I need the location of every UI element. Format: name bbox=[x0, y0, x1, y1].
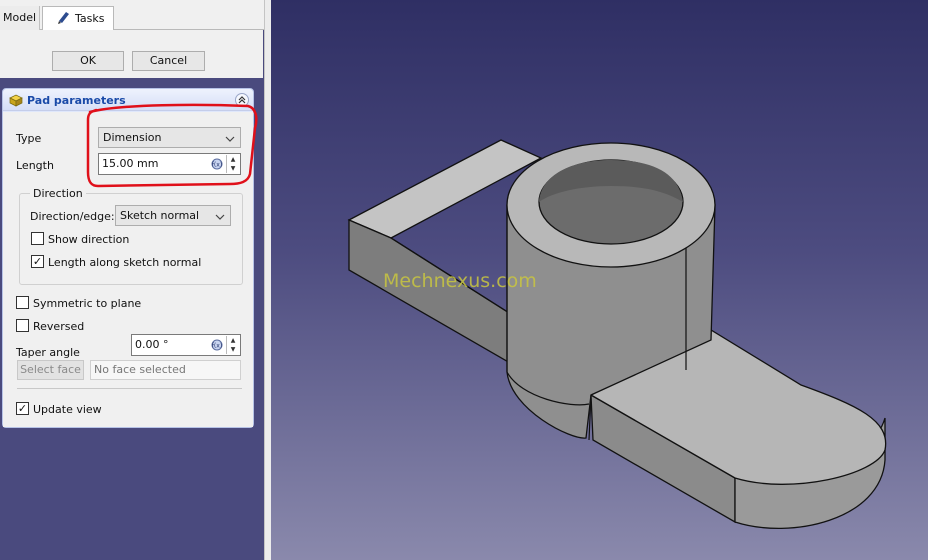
direction-group-label: Direction bbox=[30, 187, 86, 200]
separator bbox=[17, 388, 242, 389]
taper-angle-value: 0.00 ° bbox=[135, 338, 169, 351]
svg-text:f(x): f(x) bbox=[212, 343, 222, 350]
length-label: Length bbox=[16, 159, 54, 172]
direction-edge-value: Sketch normal bbox=[120, 209, 200, 222]
task-pane: Model Tasks OK Cancel Pad parameters Typ… bbox=[0, 0, 264, 560]
taper-angle-input[interactable]: 0.00 ° f(x) ▲ ▼ bbox=[131, 334, 241, 356]
dialog-button-box: OK Cancel bbox=[0, 30, 263, 78]
update-view-label: Update view bbox=[33, 403, 102, 416]
pad-icon bbox=[9, 94, 23, 110]
show-direction-checkbox[interactable] bbox=[31, 232, 44, 245]
show-direction-label: Show direction bbox=[48, 233, 130, 246]
select-face-button[interactable]: Select face bbox=[17, 360, 84, 380]
tab-model[interactable]: Model bbox=[0, 6, 40, 30]
pencil-icon bbox=[57, 10, 71, 27]
reversed-label: Reversed bbox=[33, 320, 85, 333]
direction-edge-combobox[interactable]: Sketch normal bbox=[115, 205, 231, 226]
selected-face-field[interactable]: No face selected bbox=[90, 360, 241, 380]
red-highlight-outline bbox=[86, 103, 258, 188]
ok-button[interactable]: OK bbox=[52, 51, 124, 71]
direction-group: Direction Direction/edge: Sketch normal … bbox=[19, 187, 243, 285]
tab-model-label: Model bbox=[3, 11, 37, 24]
splitter[interactable] bbox=[264, 0, 271, 560]
arrow-up-icon[interactable]: ▲ bbox=[227, 336, 239, 345]
length-along-normal-checkbox[interactable]: ✓ bbox=[31, 255, 44, 268]
update-view-checkbox[interactable]: ✓ bbox=[16, 402, 29, 415]
tab-tasks[interactable]: Tasks bbox=[42, 6, 114, 30]
taper-angle-label: Taper angle bbox=[16, 346, 80, 359]
tab-tasks-label: Tasks bbox=[75, 12, 105, 25]
symmetric-checkbox[interactable] bbox=[16, 296, 29, 309]
symmetric-label: Symmetric to plane bbox=[33, 297, 142, 310]
chevron-down-icon bbox=[215, 209, 225, 228]
watermark-text: Mechnexus.com bbox=[383, 270, 537, 292]
direction-edge-label: Direction/edge: bbox=[30, 210, 115, 223]
type-label: Type bbox=[16, 132, 42, 145]
3d-model[interactable] bbox=[271, 0, 928, 560]
taper-spin-arrows[interactable]: ▲ ▼ bbox=[226, 336, 239, 354]
tab-bar: Model Tasks bbox=[0, 0, 264, 30]
arrow-down-icon[interactable]: ▼ bbox=[227, 345, 239, 354]
expression-icon[interactable]: f(x) bbox=[211, 338, 223, 358]
cancel-button[interactable]: Cancel bbox=[132, 51, 205, 71]
length-along-normal-label: Length along sketch normal bbox=[48, 256, 202, 269]
reversed-checkbox[interactable] bbox=[16, 319, 29, 332]
3d-viewport[interactable]: Mechnexus.com bbox=[271, 0, 928, 560]
